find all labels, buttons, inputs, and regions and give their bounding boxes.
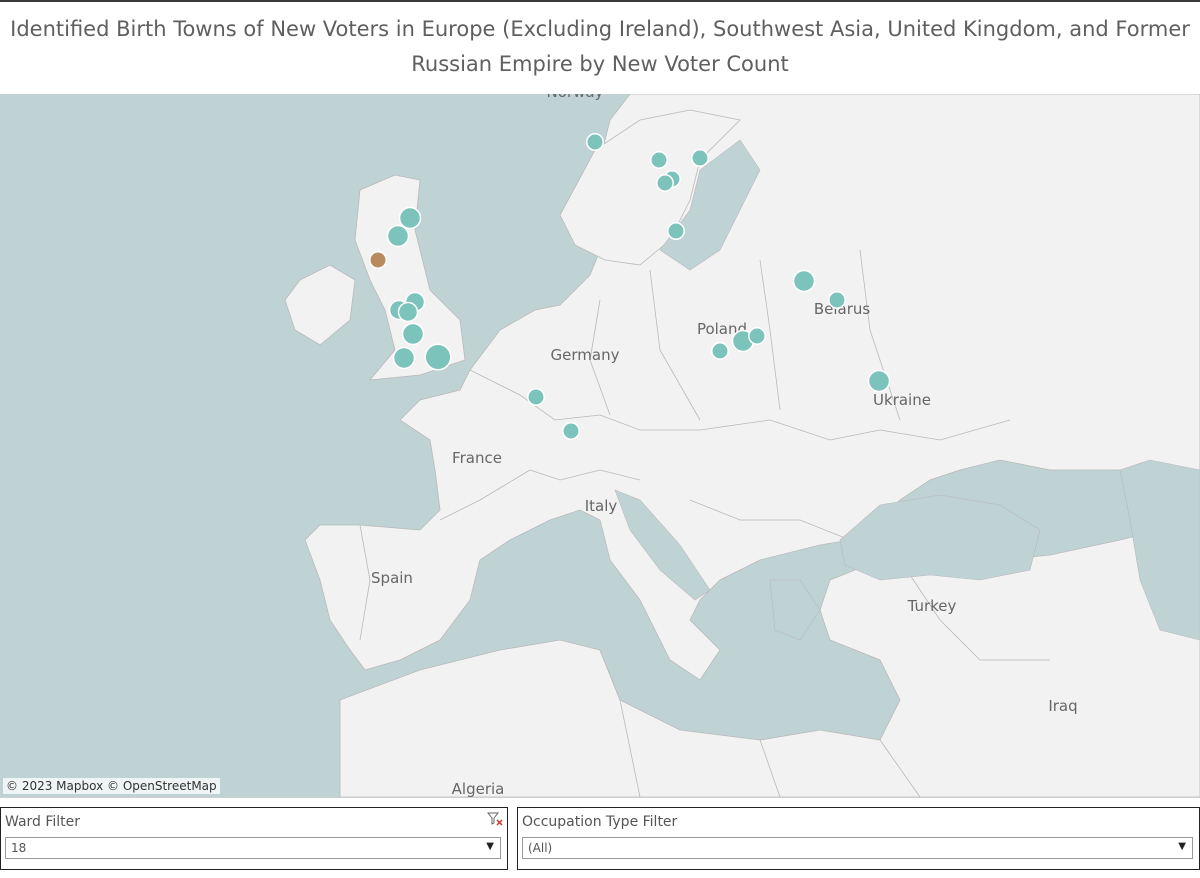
occupation-type-filter[interactable]: Occupation Type Filter (All) ▼ — [517, 807, 1200, 870]
birth-town-marker[interactable] — [424, 343, 452, 371]
birth-town-marker[interactable] — [667, 222, 685, 240]
birth-town-marker[interactable] — [792, 269, 816, 293]
ward-filter-label: Ward Filter — [5, 814, 81, 830]
map-title: Identified Birth Towns of New Voters in … — [10, 17, 1190, 76]
birth-town-marker[interactable] — [397, 301, 419, 323]
birth-town-marker[interactable] — [867, 369, 891, 393]
map-attribution[interactable]: © 2023 Mapbox © OpenStreetMap — [3, 778, 220, 794]
map-label-italy: Italy — [585, 497, 618, 515]
birth-town-marker[interactable] — [828, 291, 846, 309]
ward-filter[interactable]: Ward Filter 18 ▼ — [0, 807, 508, 870]
clear-filter-icon[interactable] — [487, 812, 503, 826]
map-label-iraq: Iraq — [1048, 697, 1077, 715]
chevron-down-icon[interactable]: ▼ — [486, 841, 494, 852]
birth-town-marker[interactable] — [398, 206, 422, 230]
birth-town-marker[interactable] — [562, 422, 580, 440]
map-label-algeria: Algeria — [452, 780, 505, 797]
birth-town-marker[interactable] — [748, 327, 766, 345]
occupation-filter-label: Occupation Type Filter — [522, 814, 678, 830]
birth-town-marker[interactable] — [392, 346, 416, 370]
map-label-germany: Germany — [551, 346, 620, 364]
birth-town-marker[interactable] — [586, 133, 604, 151]
birth-town-marker[interactable] — [527, 388, 545, 406]
top-rule — [0, 0, 1200, 2]
birth-town-marker[interactable] — [691, 149, 709, 167]
birth-town-marker[interactable] — [650, 151, 668, 169]
map-canvas[interactable]: NorwayGermanyPolandBelarusUkraineFranceI… — [0, 94, 1200, 797]
map-label-norway: Norway — [547, 94, 604, 101]
chevron-down-icon[interactable]: ▼ — [1178, 841, 1186, 852]
map-view[interactable]: NorwayGermanyPolandBelarusUkraineFranceI… — [0, 94, 1200, 798]
ward-filter-select[interactable]: 18 ▼ — [5, 837, 501, 859]
birth-town-marker[interactable] — [401, 322, 425, 346]
ward-filter-value: 18 — [11, 841, 27, 855]
map-label-spain: Spain — [371, 569, 413, 587]
map-label-ukraine: Ukraine — [873, 391, 931, 409]
birth-town-marker[interactable] — [711, 342, 729, 360]
occupation-filter-select[interactable]: (All) ▼ — [522, 837, 1193, 859]
birth-town-marker[interactable] — [656, 174, 674, 192]
map-label-turkey: Turkey — [907, 597, 957, 615]
map-label-france: France — [452, 449, 502, 467]
occupation-filter-value: (All) — [528, 841, 553, 855]
birth-town-marker[interactable] — [386, 224, 410, 248]
birth-town-marker[interactable] — [369, 251, 387, 269]
